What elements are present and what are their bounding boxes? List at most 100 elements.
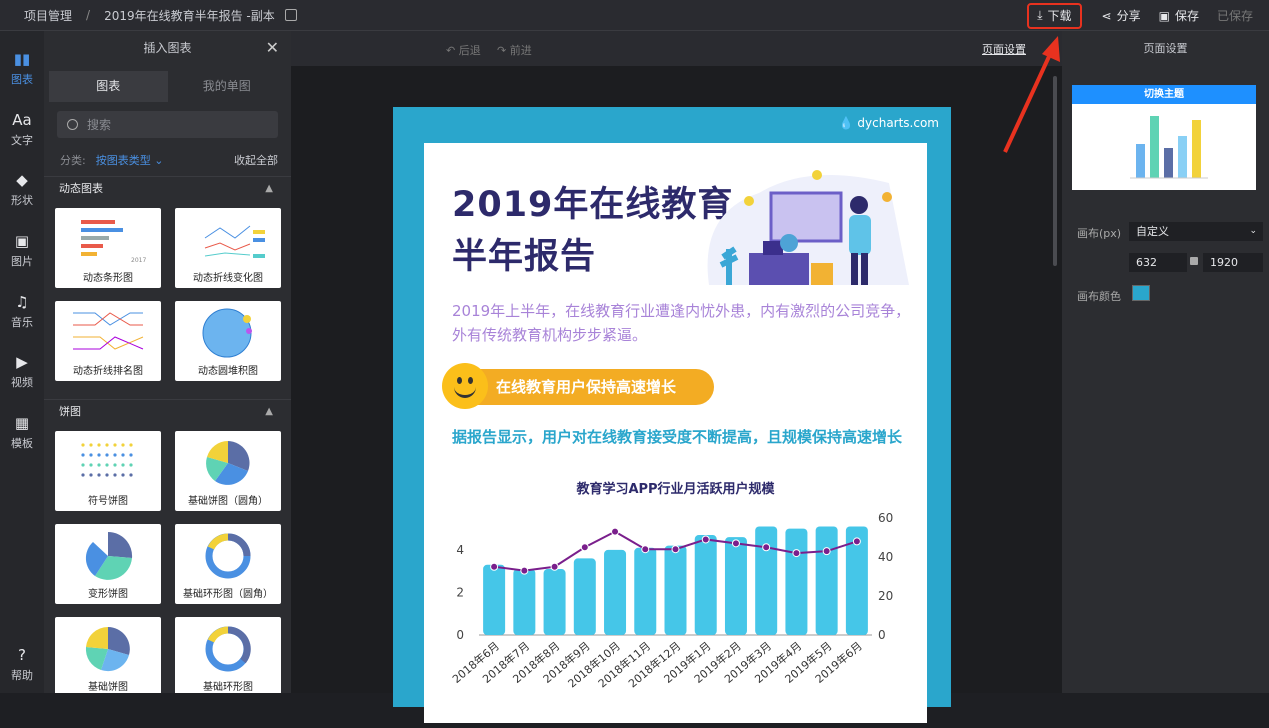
smiley-icon — [442, 363, 488, 409]
donut-rounded-thumbnail — [205, 533, 251, 579]
rail-item-template[interactable]: ▦ 模板 — [0, 414, 44, 451]
chart-point — [792, 549, 801, 558]
card-label: 基础环形图 — [203, 682, 253, 693]
poster-body-text[interactable]: 据报告显示，用户对在线教育接受度不断提高，且规模保持高速增长 — [452, 426, 912, 449]
card-label: 基础饼图 — [88, 682, 128, 693]
section-pill[interactable]: 在线教育用户保持高速增长 — [454, 369, 714, 405]
rail-label: 帮助 — [11, 669, 33, 682]
theme-preview[interactable]: 切换主题 — [1072, 85, 1256, 190]
chart-card[interactable]: 2017 动态条形图 — [55, 208, 161, 288]
chart-card[interactable]: 动态折线变化图 — [175, 208, 281, 288]
card-label: 符号饼图 — [88, 496, 128, 507]
rail-item-image[interactable]: ▣ 图片 — [0, 232, 44, 269]
switch-theme-button[interactable]: 切换主题 — [1072, 85, 1256, 104]
chart-bar — [573, 558, 596, 635]
smiley-mouth — [454, 387, 476, 398]
chart-card[interactable]: 动态折线排名图 — [55, 301, 161, 381]
tab-my-charts[interactable]: 我的单图 — [167, 71, 286, 102]
text-icon: Aa — [12, 111, 32, 129]
share-icon: ⋖ — [1101, 8, 1112, 23]
edit-title-icon[interactable] — [284, 9, 297, 21]
image-icon: ▣ — [14, 232, 30, 250]
rail-item-shape[interactable]: ◆ 形状 — [0, 171, 44, 208]
card-label: 动态条形图 — [83, 273, 133, 284]
circle-pack-thumbnail — [202, 308, 252, 358]
variant-pie-thumbnail — [85, 531, 133, 580]
y-left-tick-label: 2 — [456, 585, 464, 599]
chart-card[interactable]: 动态圆堆积图 — [175, 301, 281, 381]
card-label: 基础环形图（圆角） — [183, 589, 273, 600]
svg-text:2017: 2017 — [131, 257, 146, 264]
lock-icon[interactable] — [1190, 257, 1198, 265]
chart-bar — [724, 537, 747, 635]
rail-item-music[interactable]: ♫ 音乐 — [0, 293, 44, 330]
saved-status: 已保存 — [1216, 9, 1253, 23]
tab-charts[interactable]: 图表 — [49, 71, 168, 102]
brand-watermark: 💧 dycharts.com — [839, 116, 939, 130]
rail-item-video[interactable]: ▶ 视频 — [0, 353, 44, 390]
card-label: 动态折线变化图 — [193, 273, 263, 284]
canvas-height-input[interactable]: 1920 — [1203, 253, 1263, 272]
share-label: 分享 — [1116, 9, 1141, 23]
rail-item-text[interactable]: Aa 文字 — [0, 111, 44, 148]
chevron-down-icon: ⌄ — [154, 154, 164, 167]
save-button[interactable]: ▣ 保存 — [1153, 3, 1205, 29]
section-header[interactable]: 饼图 ▲ — [44, 399, 291, 423]
canvas-color-swatch[interactable] — [1132, 285, 1150, 301]
chart-card[interactable]: 变形饼图 — [55, 524, 161, 604]
poster-canvas[interactable]: 💧 dycharts.com 2019年在线教育 半年报告 2019年上半年，在… — [393, 107, 951, 723]
page-settings-panel: 页面设置 切换主题 画布(px) 自定义 ⌄ 632 1920 画布颜色 — [1062, 31, 1269, 693]
chart-card[interactable]: 基础饼图（圆角） — [175, 431, 281, 511]
shape-icon: ◆ — [16, 171, 28, 189]
rail-label: 文字 — [11, 134, 33, 147]
save-icon: ▣ — [1158, 8, 1170, 23]
collapse-all-button[interactable]: 收起全部 — [234, 152, 278, 167]
breadcrumb-separator: / — [86, 8, 91, 22]
canvas-width-input[interactable]: 632 — [1129, 253, 1187, 272]
filter-dropdown[interactable]: 按图表类型 ⌄ — [96, 152, 164, 167]
chart-point — [852, 537, 861, 546]
search-placeholder: 搜索 — [87, 118, 112, 132]
chart-point — [701, 535, 710, 544]
redo-button[interactable]: ↷ 前进 — [497, 42, 532, 58]
section-title: 动态图表 — [59, 182, 103, 195]
card-label: 动态折线排名图 — [73, 366, 143, 377]
canvas-preset-select[interactable]: 自定义 ⌄ — [1129, 222, 1263, 241]
chart-bar — [785, 528, 808, 635]
mau-chart[interactable]: 02402040602018年6月2018年7月2018年8月2018年9月20… — [424, 498, 927, 728]
page-settings-link[interactable]: 页面设置 — [982, 41, 1026, 57]
close-icon[interactable]: ✕ — [266, 31, 279, 65]
chart-bar — [483, 564, 506, 635]
chart-card[interactable]: 基础饼图 — [55, 617, 161, 693]
bar-race-thumbnail: 2017 — [81, 220, 146, 264]
undo-button[interactable]: ↶ 后退 — [446, 42, 481, 58]
breadcrumb-root[interactable]: 项目管理 — [24, 7, 72, 24]
chart-point — [490, 562, 499, 571]
chart-bar — [513, 569, 536, 635]
canvas-scrollbar[interactable] — [1053, 76, 1057, 266]
poster-subtitle[interactable]: 2019年上半年，在线教育行业遭逢内忧外患，内有激烈的公司竞争，外有传统教育机构… — [452, 299, 922, 347]
chart-card[interactable]: 基础环形图 — [175, 617, 281, 693]
y-right-tick-label: 40 — [878, 550, 893, 564]
chart-card[interactable]: 基础环形图（圆角） — [175, 524, 281, 604]
top-bar: 项目管理 / 2019年在线教育半年报告 -副本 ⤓ 下载 ⋖ 分享 ▣ 保存 … — [0, 0, 1269, 31]
section-header[interactable]: 动态图表 ▲ — [44, 176, 291, 200]
y-right-tick-label: 60 — [878, 511, 893, 525]
canvas-size-label: 画布(px) — [1077, 227, 1122, 240]
rail-item-help[interactable]: ? 帮助 — [0, 646, 44, 683]
left-rail: ▮▮ 图表 Aa 文字 ◆ 形状 ▣ 图片 ♫ 音乐 ▶ 视频 ▦ 模板 ? 帮助 — [0, 31, 44, 693]
chevron-up-icon: ▲ — [265, 183, 273, 194]
download-button[interactable]: ⤓ 下载 — [1027, 2, 1082, 29]
chart-point — [762, 543, 771, 552]
share-button[interactable]: ⋖ 分享 — [1096, 3, 1147, 29]
panel-header: 插入图表 ✕ — [44, 31, 291, 65]
rail-label: 模板 — [11, 437, 33, 450]
rail-item-chart[interactable]: ▮▮ 图表 — [0, 50, 44, 87]
search-input[interactable]: 搜索 — [57, 111, 278, 138]
help-icon: ? — [18, 646, 26, 664]
download-label: 下载 — [1047, 9, 1072, 23]
chart-bar — [694, 535, 717, 635]
y-left-tick-label: 4 — [456, 543, 464, 557]
rail-label: 图片 — [11, 255, 33, 268]
chart-card[interactable]: 符号饼图 — [55, 431, 161, 511]
